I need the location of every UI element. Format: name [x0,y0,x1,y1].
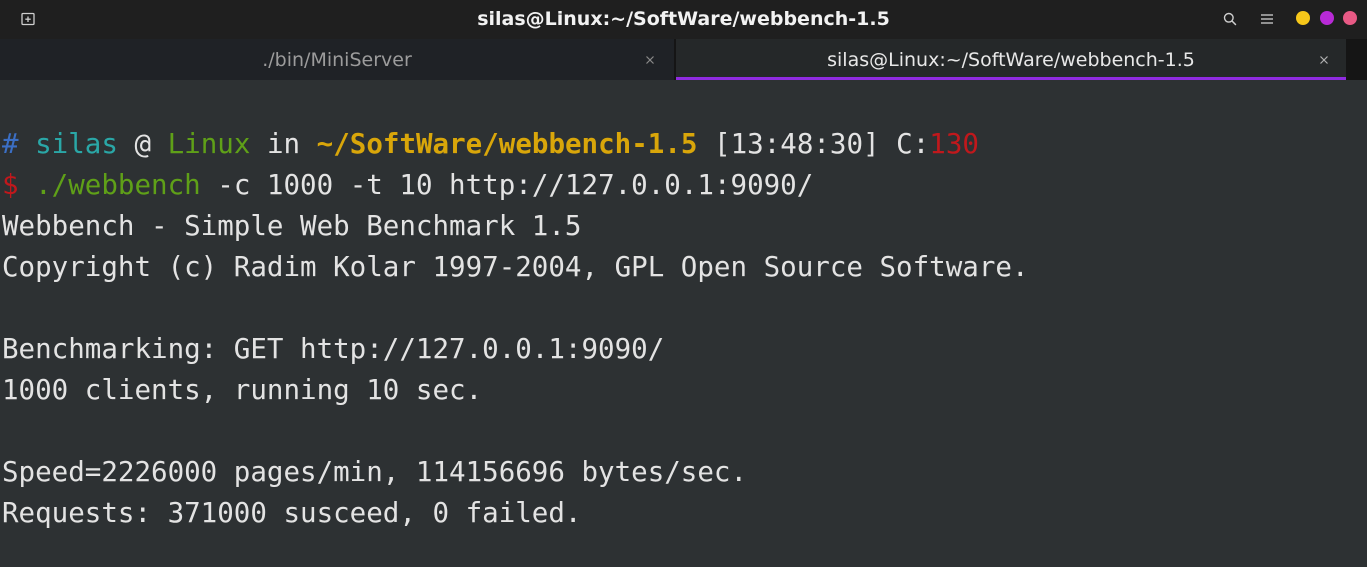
search-icon [1223,12,1237,26]
close-icon [1320,56,1328,64]
tab-label: ./bin/MiniServer [262,49,412,71]
close-window-button[interactable] [1343,11,1357,25]
output-line: Speed=2226000 pages/min, 114156696 bytes… [2,456,748,488]
tab-label: silas@Linux:~/SoftWare/webbench-1.5 [827,49,1195,71]
prompt-exit-code: 130 [929,128,979,160]
search-button[interactable] [1220,9,1240,29]
output-line: Copyright (c) Radim Kolar 1997-2004, GPL… [2,251,1029,283]
tab-miniserver[interactable]: ./bin/MiniServer [0,39,674,80]
command-line: $ ./webbench -c 1000 -t 10 http://127.0.… [2,165,813,206]
output-line: Requests: 371000 susceed, 0 failed. [2,497,582,529]
prompt-host: Linux [167,128,251,160]
command-args: -c 1000 -t 10 http://127.0.0.1:9090/ [217,169,814,201]
window-title: silas@Linux:~/SoftWare/webbench-1.5 [477,8,890,30]
prompt-path: ~/SoftWare/webbench-1.5 [316,128,698,160]
hamburger-menu-icon [1261,14,1273,24]
terminal-output[interactable]: # silas @ Linux in ~/SoftWare/webbench-1… [0,80,1367,567]
minimize-button[interactable] [1296,11,1310,25]
maximize-button[interactable] [1320,11,1334,25]
tab-close-button[interactable] [1315,51,1333,69]
prompt-exit-label: C: [896,128,930,160]
title-bar: silas@Linux:~/SoftWare/webbench-1.5 [0,0,1367,39]
prompt-hash: # [2,128,19,160]
new-tab-icon [21,12,35,26]
new-tab-button[interactable] [17,9,39,29]
close-icon [646,56,654,64]
command-program: ./webbench [35,169,201,201]
prompt-user: silas [35,128,118,160]
prompt-dollar: $ [2,169,19,201]
menu-button[interactable] [1257,9,1277,29]
prompt-line: # silas @ Linux in ~/SoftWare/webbench-1… [2,124,979,165]
prompt-time: [13:48:30] [714,128,880,160]
tab-webbench[interactable]: silas@Linux:~/SoftWare/webbench-1.5 [676,39,1346,80]
output-line: Benchmarking: GET http://127.0.0.1:9090/ [2,333,665,365]
output-line: 1000 clients, running 10 sec. [2,374,483,406]
output-line: Webbench - Simple Web Benchmark 1.5 [2,210,582,242]
tab-close-button[interactable] [641,51,659,69]
tab-bar: ./bin/MiniServer silas@Linux:~/SoftWare/… [0,39,1367,102]
prompt-in: in [266,128,301,160]
prompt-at: @ [134,128,152,160]
